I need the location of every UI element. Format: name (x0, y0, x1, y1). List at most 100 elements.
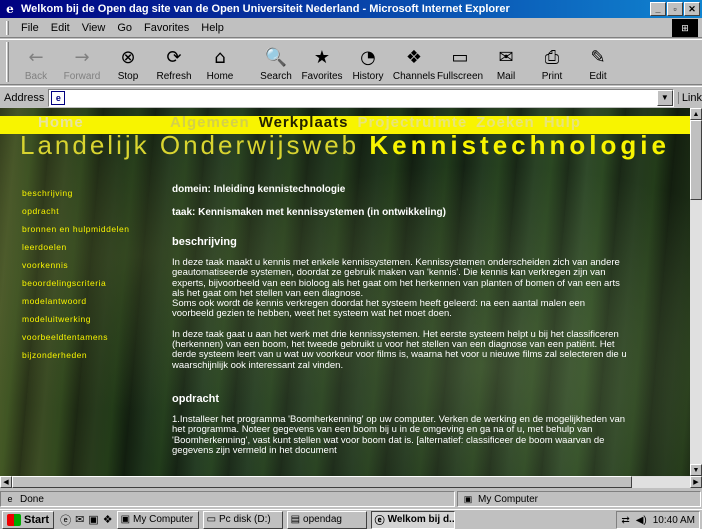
back-arrow-icon: ← (28, 47, 44, 68)
address-label: Address (4, 91, 45, 104)
ie-icon: ⓔ (374, 516, 385, 527)
print-button[interactable]: ⎙ Print (529, 40, 575, 84)
channels-button[interactable]: ❖ Channels (391, 40, 437, 84)
address-input[interactable]: e ▼ (48, 88, 674, 107)
outlook-quick-icon[interactable]: ✉ (75, 513, 84, 526)
address-bar: Address e ▼ Link (0, 86, 702, 108)
site-title: Landelijk Onderwijsweb Kennistechnologie (20, 130, 670, 161)
section-heading-beschrijving: beschrijving (172, 236, 237, 248)
side-nav-opdracht[interactable]: opdracht (22, 202, 129, 220)
disk-icon: ▭ (206, 514, 217, 525)
window-title: Welkom bij de Open dag site van de Open … (21, 3, 510, 15)
task-my-computer[interactable]: ▣ My Computer (116, 510, 199, 529)
start-button[interactable]: Start (2, 510, 55, 529)
toolbar-grip[interactable] (6, 42, 9, 82)
fullscreen-icon: ▭ (451, 47, 469, 68)
menu-bar: File Edit View Go Favorites Help ⊞ (0, 18, 702, 38)
channels-quick-icon[interactable]: ❖ (103, 513, 113, 526)
edit-button[interactable]: ✎ Edit (575, 40, 621, 84)
address-dropdown-icon[interactable]: ▼ (656, 89, 673, 106)
paragraph: In deze taak maakt u kennis met enkele k… (172, 257, 620, 299)
scroll-thumb[interactable] (690, 120, 702, 200)
fullscreen-button[interactable]: ▭ Fullscreen (437, 40, 483, 84)
menu-grip[interactable] (6, 20, 9, 35)
task-line: taak: Kennismaken met kennissystemen (in… (172, 207, 446, 218)
stop-icon: ⊗ (120, 47, 136, 68)
edit-icon: ✎ (590, 47, 606, 68)
site-title-bold: Kennistechnologie (369, 130, 670, 160)
side-nav-modelantwoord[interactable]: modelantwoord (22, 292, 129, 310)
side-nav-beoordelingscriteria[interactable]: beoordelingscriteria (22, 274, 129, 292)
horizontal-scrollbar[interactable]: ◀ ▶ (0, 476, 702, 488)
menu-go[interactable]: Go (111, 22, 138, 34)
search-button[interactable]: 🔍 Search (253, 40, 299, 84)
side-nav-bijzonderheden[interactable]: bijzonderheden (22, 346, 129, 364)
status-text: Done (20, 493, 44, 505)
network-icon[interactable]: ⇄ (621, 515, 629, 526)
computer-icon: ▣ (463, 493, 473, 504)
scroll-right-icon[interactable]: ▶ (690, 476, 702, 488)
clock[interactable]: 10:40 AM (653, 515, 695, 526)
refresh-icon: ⟳ (166, 47, 182, 68)
history-icon: ◔ (360, 47, 376, 68)
desktop-quick-icon[interactable]: ▣ (88, 513, 98, 526)
task-welkom[interactable]: ⓔ Welkom bij d... (370, 510, 455, 529)
nav-algemeen[interactable]: Algemeen (170, 114, 250, 131)
scroll-left-icon[interactable]: ◀ (0, 476, 12, 488)
search-icon: 🔍 (264, 47, 288, 68)
maximize-button[interactable]: ▫ (667, 2, 683, 16)
links-button[interactable]: Link (677, 91, 702, 104)
domain-line: domein: Inleiding kennistechnologie (172, 184, 346, 195)
paragraph: Soms ook wordt de kennis verkregen doord… (172, 298, 585, 320)
ie-quick-icon[interactable]: ⓔ (60, 512, 71, 528)
menu-help[interactable]: Help (195, 22, 230, 34)
history-button[interactable]: ◔ History (345, 40, 391, 84)
system-tray: ⇄ ◀) 10:40 AM (616, 511, 700, 529)
side-nav-modeluitwerking[interactable]: modeluitwerking (22, 310, 129, 328)
hscroll-thumb[interactable] (12, 476, 632, 488)
scroll-up-icon[interactable]: ▲ (690, 108, 702, 120)
toolbar: ← Back → Forward ⊗ Stop ⟳ Refresh ⌂ Home… (0, 39, 702, 85)
refresh-button[interactable]: ⟳ Refresh (151, 40, 197, 84)
home-icon: ⌂ (214, 47, 226, 68)
minimize-button[interactable]: _ (650, 2, 666, 16)
forward-arrow-icon: → (74, 47, 90, 68)
site-title-thin: Landelijk Onderwijsweb (20, 130, 360, 160)
task-pc-disk[interactable]: ▭ Pc disk (D:) (202, 510, 283, 529)
mail-button[interactable]: ✉ Mail (483, 40, 529, 84)
volume-icon[interactable]: ◀) (636, 515, 647, 526)
vertical-scrollbar[interactable]: ▲ ▼ (690, 108, 702, 476)
page-icon: e (51, 90, 66, 105)
window-title-bar[interactable]: e Welkom bij de Open dag site van de Ope… (0, 0, 702, 18)
forward-button[interactable]: → Forward (59, 40, 105, 84)
nav-zoeken[interactable]: Zoeken (476, 114, 535, 131)
nav-werkplaats[interactable]: Werkplaats (259, 114, 349, 131)
channels-icon: ❖ (405, 47, 423, 68)
menu-view[interactable]: View (76, 22, 112, 34)
side-nav-voorbeeldtentamens[interactable]: voorbeeldtentamens (22, 328, 129, 346)
task-opendag[interactable]: ▤ opendag (286, 510, 367, 529)
status-text-cell: e Done (0, 491, 455, 507)
side-nav-beschrijving[interactable]: beschrijving (22, 184, 129, 202)
print-icon: ⎙ (544, 47, 560, 68)
home-button[interactable]: ⌂ Home (197, 40, 243, 84)
close-button[interactable]: ✕ (684, 2, 700, 16)
menu-file[interactable]: File (15, 22, 45, 34)
back-button[interactable]: ← Back (13, 40, 59, 84)
nav-hulp[interactable]: Hulp (544, 114, 581, 131)
folder-icon: ▤ (290, 514, 301, 525)
top-nav: Algemeen Werkplaats Projectruimte Zoeken… (170, 114, 590, 131)
stop-button[interactable]: ⊗ Stop (105, 40, 151, 84)
favorites-button[interactable]: ★ Favorites (299, 40, 345, 84)
favorites-icon: ★ (313, 47, 331, 68)
ie-icon: e (6, 2, 14, 16)
side-nav-bronnen[interactable]: bronnen en hulpmiddelen (22, 220, 129, 238)
menu-favorites[interactable]: Favorites (138, 22, 195, 34)
side-nav-voorkennis[interactable]: voorkennis (22, 256, 129, 274)
menu-edit[interactable]: Edit (45, 22, 76, 34)
nav-home-link[interactable]: Home (38, 114, 84, 131)
nav-projectruimte[interactable]: Projectruimte (357, 114, 467, 131)
paragraph: In deze taak gaat u aan het werk met dri… (172, 328, 627, 371)
side-nav-leerdoelen[interactable]: leerdoelen (22, 238, 129, 256)
scroll-down-icon[interactable]: ▼ (690, 464, 702, 476)
